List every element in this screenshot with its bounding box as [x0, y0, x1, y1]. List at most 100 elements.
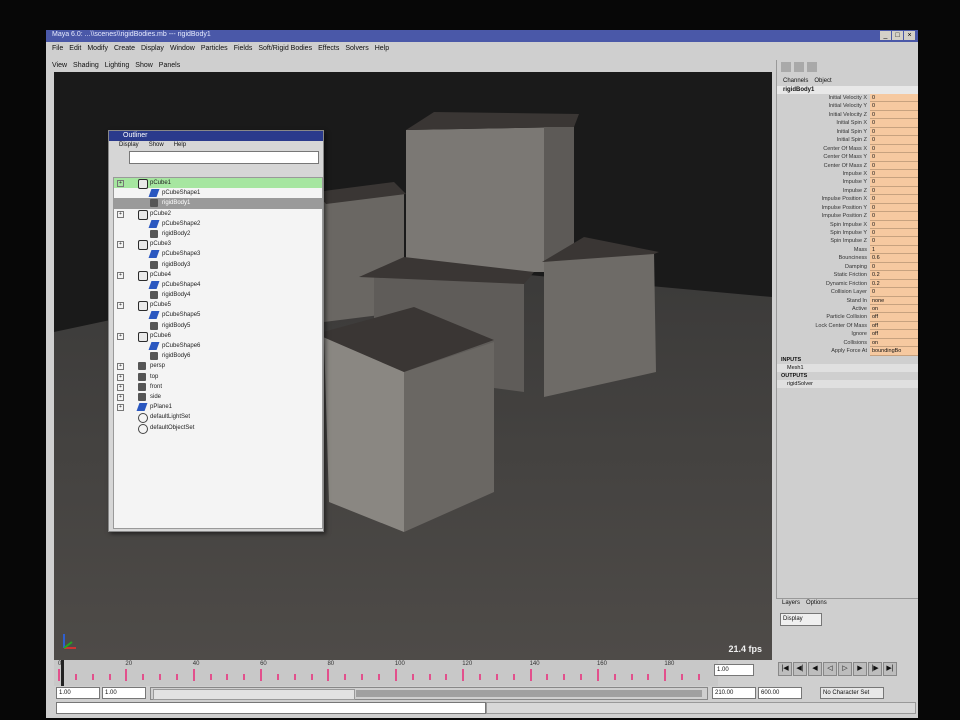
tab-options[interactable]: Options — [806, 599, 827, 607]
tab-layers[interactable]: Layers — [782, 599, 800, 607]
channel-value[interactable]: 0 — [870, 288, 918, 297]
channel-row[interactable]: Impulse X0 — [777, 169, 918, 179]
channel-value[interactable]: off — [870, 313, 918, 322]
outliner-item[interactable]: defaultLightSet — [114, 412, 322, 424]
channel-value[interactable]: 0.2 — [870, 279, 918, 289]
character-set-menu[interactable]: No Character Set — [820, 687, 884, 699]
outliner-item[interactable]: defaultObjectSet — [114, 423, 322, 434]
menu-item[interactable]: Soft/Rigid Bodies — [258, 45, 312, 52]
range-end-field[interactable]: 210.00 — [712, 687, 756, 699]
outliner-item[interactable]: pCubeShape3 — [114, 249, 322, 259]
menu-item[interactable]: Create — [114, 45, 135, 52]
layer-mode-dropdown[interactable]: Display — [780, 613, 822, 626]
menu-item[interactable]: Modify — [87, 45, 108, 52]
channel-value[interactable]: 0 — [870, 229, 918, 238]
step-back-key-icon[interactable]: ◀| — [793, 662, 807, 676]
outliner-menu-item[interactable]: Display — [119, 141, 139, 150]
outliner-item[interactable]: + persp — [114, 361, 322, 371]
channel-value[interactable]: 0 — [870, 161, 918, 170]
inputs-node[interactable]: Mesh1 — [777, 363, 918, 372]
menu-item[interactable]: Effects — [318, 45, 339, 52]
range-slider[interactable] — [150, 687, 708, 700]
channel-value[interactable]: 0 — [870, 102, 918, 111]
channel-value[interactable]: 0.2 — [870, 271, 918, 280]
menu-item[interactable]: Fields — [234, 45, 253, 52]
channel-row[interactable]: Damping 0 — [777, 262, 918, 272]
channel-value[interactable]: 0 — [870, 119, 918, 128]
channel-row[interactable]: Center Of Mass X0 — [777, 144, 918, 154]
channel-value[interactable]: on — [870, 304, 918, 314]
command-line-input[interactable] — [56, 702, 486, 714]
channel-row[interactable]: Impulse Position Y0 — [777, 203, 918, 213]
channel-value[interactable]: 0 — [870, 153, 918, 162]
outliner-menu-item[interactable]: Help — [174, 141, 186, 150]
outliner-item[interactable]: + pCube3 — [114, 239, 322, 251]
tab-object[interactable]: Object — [814, 76, 831, 86]
channel-row[interactable]: Collisions on — [777, 338, 918, 348]
channel-value[interactable]: 0 — [870, 169, 918, 179]
outliner-menu-item[interactable]: Show — [149, 141, 164, 150]
expand-icon[interactable]: + — [117, 241, 124, 249]
outliner-item[interactable]: rigidBody3 — [114, 260, 322, 270]
channel-value[interactable]: 0 — [870, 220, 918, 229]
outliner-item[interactable]: pCubeShape6 — [114, 341, 322, 351]
go-to-start-icon[interactable]: |◀ — [778, 662, 792, 676]
outliner-item[interactable]: rigidBody5 — [114, 321, 322, 331]
maximize-button[interactable]: □ — [892, 31, 903, 40]
outliner-item[interactable]: + pCube5 — [114, 300, 322, 312]
step-forward-key-icon[interactable]: |▶ — [868, 662, 882, 676]
tab-channels[interactable]: Channels — [783, 76, 808, 86]
go-to-end-icon[interactable]: ▶| — [883, 662, 897, 676]
menu-item[interactable]: Edit — [69, 45, 81, 52]
channel-row[interactable]: Spin Impulse Z0 — [777, 237, 918, 246]
channel-value[interactable]: none — [870, 296, 918, 305]
step-back-icon[interactable]: ◀ — [808, 662, 822, 676]
channel-value[interactable]: off — [870, 321, 918, 331]
panel-menu-item[interactable]: Show — [135, 62, 153, 69]
channel-value[interactable]: 0 — [870, 237, 918, 246]
channel-value[interactable]: 0 — [870, 262, 918, 272]
channel-row[interactable]: Spin Impulse X0 — [777, 220, 918, 229]
channel-value[interactable]: 1 — [870, 245, 918, 255]
close-button[interactable]: × — [904, 31, 915, 40]
outliner-item[interactable]: + top — [114, 372, 322, 382]
end-time-field[interactable]: 600.00 — [758, 687, 802, 699]
outliner-item[interactable]: rigidBody1 — [114, 198, 322, 209]
menu-item[interactable]: File — [52, 45, 63, 52]
channel-row[interactable]: Impulse Position Z0 — [777, 212, 918, 221]
attribute-editor-icon[interactable] — [794, 62, 804, 72]
channel-row[interactable]: Static Friction 0.2 — [777, 271, 918, 280]
outliner-item[interactable]: + pCube2 — [114, 209, 322, 220]
channel-value[interactable]: 0 — [870, 212, 918, 221]
channel-value[interactable]: 0 — [870, 94, 918, 103]
channel-row[interactable]: Initial Velocity Y0 — [777, 102, 918, 111]
outliner-item[interactable]: + pCube4 — [114, 270, 322, 281]
expand-icon[interactable]: + — [117, 210, 124, 218]
expand-icon[interactable]: + — [117, 363, 124, 371]
panel-menu-item[interactable]: View — [52, 62, 67, 69]
time-slider[interactable]: 0 20 40 60 80 100 120 140 160 180 — [54, 660, 718, 686]
menu-item[interactable]: Display — [141, 45, 164, 52]
channel-value[interactable]: 0 — [870, 178, 918, 187]
channel-value[interactable]: 0 — [870, 110, 918, 120]
channel-row[interactable]: Center Of Mass Z0 — [777, 161, 918, 170]
channel-value[interactable]: 0 — [870, 203, 918, 213]
channel-row[interactable]: Initial Spin X0 — [777, 119, 918, 128]
expand-icon[interactable]: + — [117, 302, 124, 310]
channel-row[interactable]: Initial Velocity Z0 — [777, 110, 918, 120]
outliner-item[interactable]: + pCube6 — [114, 331, 322, 342]
channel-row[interactable]: Apply Force At boundingBo — [777, 347, 918, 356]
tool-settings-icon[interactable] — [807, 62, 817, 72]
outliner-item[interactable]: rigidBody6 — [114, 351, 322, 361]
channel-row[interactable]: Initial Spin Y0 — [777, 127, 918, 137]
panel-menu-item[interactable]: Shading — [73, 62, 99, 69]
expand-icon[interactable]: + — [117, 383, 124, 391]
outliner-item[interactable]: + front — [114, 382, 322, 392]
channel-row[interactable]: Impulse Position X0 — [777, 195, 918, 204]
start-time-field[interactable]: 1.00 — [56, 687, 100, 699]
channel-row[interactable]: Bounciness 0.6 — [777, 254, 918, 263]
panel-menu-item[interactable]: Panels — [159, 62, 180, 69]
outliner-filter-input[interactable] — [129, 151, 319, 164]
channel-value[interactable]: 0.6 — [870, 254, 918, 263]
expand-icon[interactable]: + — [117, 393, 124, 401]
